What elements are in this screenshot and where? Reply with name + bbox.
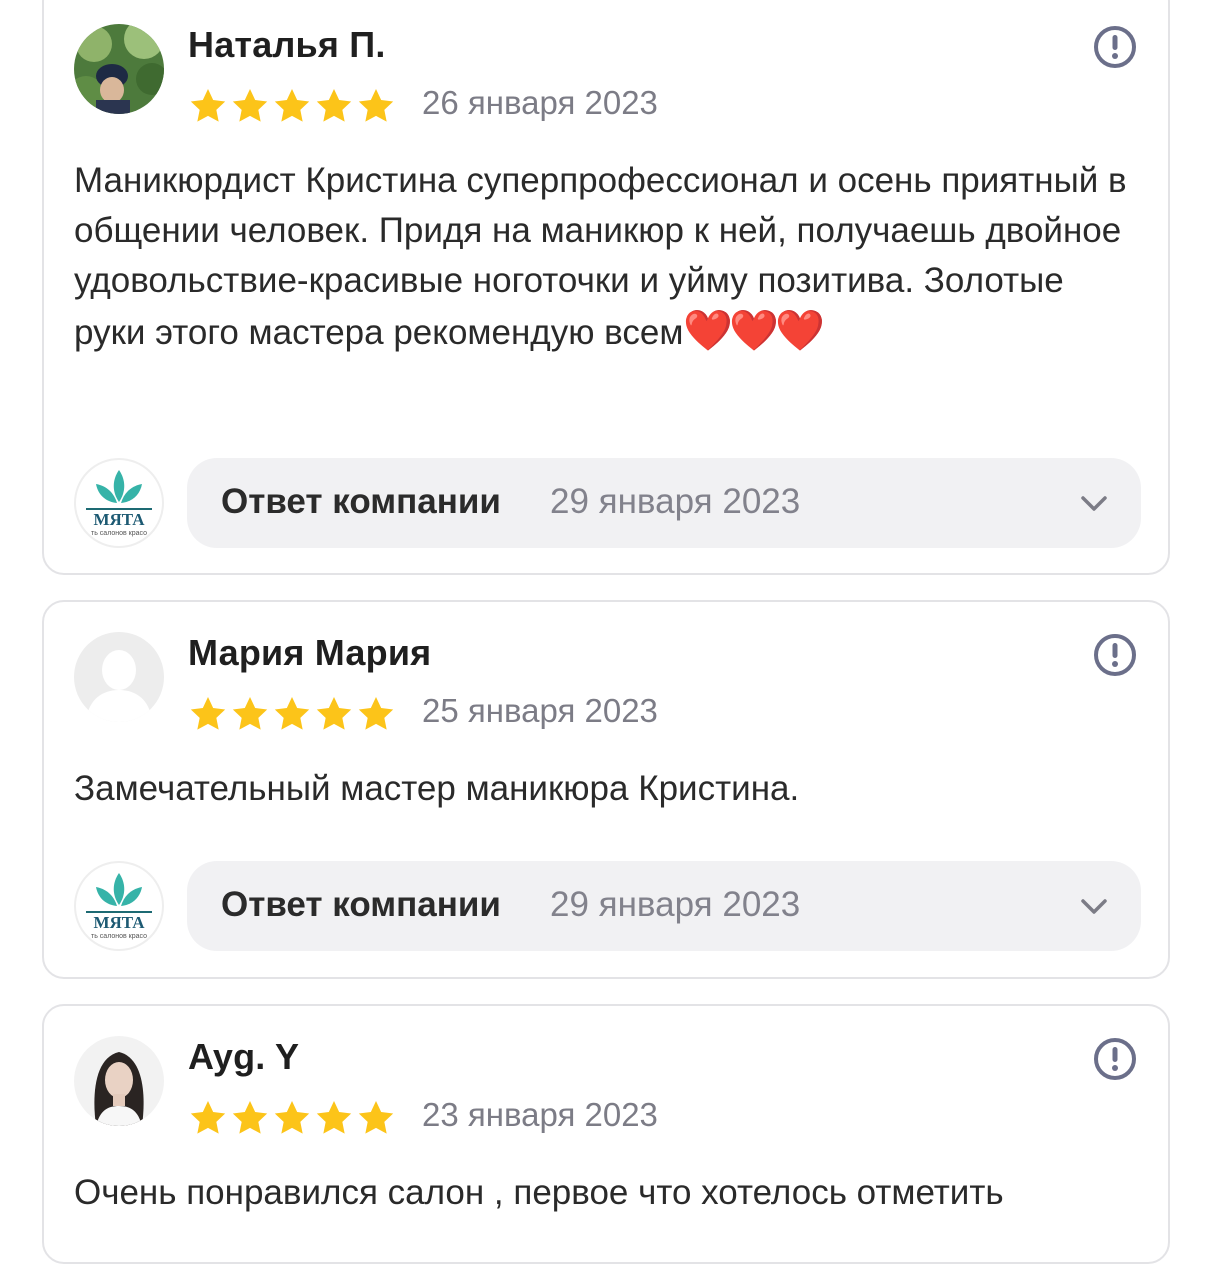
review-date: 23 января 2023 — [422, 1096, 658, 1133]
review-card: Ayg. Y 23 января 2023 Очень понравился с… — [42, 1004, 1170, 1264]
star-icon — [272, 1098, 312, 1138]
exclamation-icon — [1094, 634, 1136, 676]
review-text: Очень понравился салон , первое что хоте… — [74, 1173, 1004, 1212]
report-button[interactable] — [1092, 632, 1138, 678]
avatar[interactable] — [74, 1036, 164, 1126]
rating-stars — [188, 86, 396, 126]
hearts-emoji: ❤️❤️❤️ — [683, 309, 824, 353]
company-logo: МЯТА ть салонов красо — [74, 458, 164, 548]
star-icon — [188, 1098, 228, 1138]
star-icon — [230, 1098, 270, 1138]
chevron-down-icon — [1081, 899, 1107, 914]
author-name[interactable]: Ayg. Y — [188, 1036, 299, 1078]
review-text: Замечательный мастер маникюра Кристина. — [74, 769, 800, 808]
company-reply-toggle[interactable]: Ответ компании 29 января 2023 — [187, 861, 1141, 951]
review-date: 26 января 2023 — [422, 84, 658, 121]
avatar[interactable] — [74, 24, 164, 114]
reply-date: 29 января 2023 — [550, 482, 801, 521]
company-logo-text: МЯТА — [93, 510, 145, 529]
exclamation-icon — [1094, 26, 1136, 68]
company-reply-toggle[interactable]: Ответ компании 29 января 2023 — [187, 458, 1141, 548]
author-name[interactable]: Мария Мария — [188, 632, 431, 674]
report-button[interactable] — [1092, 1036, 1138, 1082]
company-logo: МЯТА ть салонов красо — [74, 861, 164, 951]
report-button[interactable] — [1092, 24, 1138, 70]
company-logo-subtext: ть салонов красо — [91, 530, 147, 537]
review-date: 25 января 2023 — [422, 692, 658, 729]
star-icon — [230, 86, 270, 126]
star-icon — [272, 86, 312, 126]
star-icon — [230, 694, 270, 734]
reply-label: Ответ компании — [221, 885, 501, 924]
author-name[interactable]: Наталья П. — [188, 24, 386, 66]
star-icon — [272, 694, 312, 734]
rating-stars — [188, 1098, 396, 1138]
company-logo-subtext: ть салонов красо — [91, 933, 147, 940]
reply-label: Ответ компании — [221, 482, 501, 521]
review-body: Маникюрдист Кристина суперпрофессионал и… — [74, 161, 1127, 352]
reply-date: 29 января 2023 — [550, 885, 801, 924]
review-card: Наталья П. 26 января 2023 Маникюрдист Кр… — [42, 0, 1170, 575]
star-icon — [314, 1098, 354, 1138]
star-icon — [314, 694, 354, 734]
rating-stars — [188, 694, 396, 734]
review-text: Маникюрдист Кристина суперпрофессионал и… — [74, 156, 1144, 358]
star-icon — [314, 86, 354, 126]
exclamation-icon — [1094, 1038, 1136, 1080]
company-logo-text: МЯТА — [93, 913, 145, 932]
star-icon — [356, 86, 396, 126]
review-card: Мария Мария 25 января 2023 Замечательный… — [42, 600, 1170, 979]
avatar[interactable] — [74, 632, 164, 722]
star-icon — [188, 86, 228, 126]
star-icon — [356, 1098, 396, 1138]
chevron-down-icon — [1081, 496, 1107, 511]
star-icon — [188, 694, 228, 734]
star-icon — [356, 694, 396, 734]
